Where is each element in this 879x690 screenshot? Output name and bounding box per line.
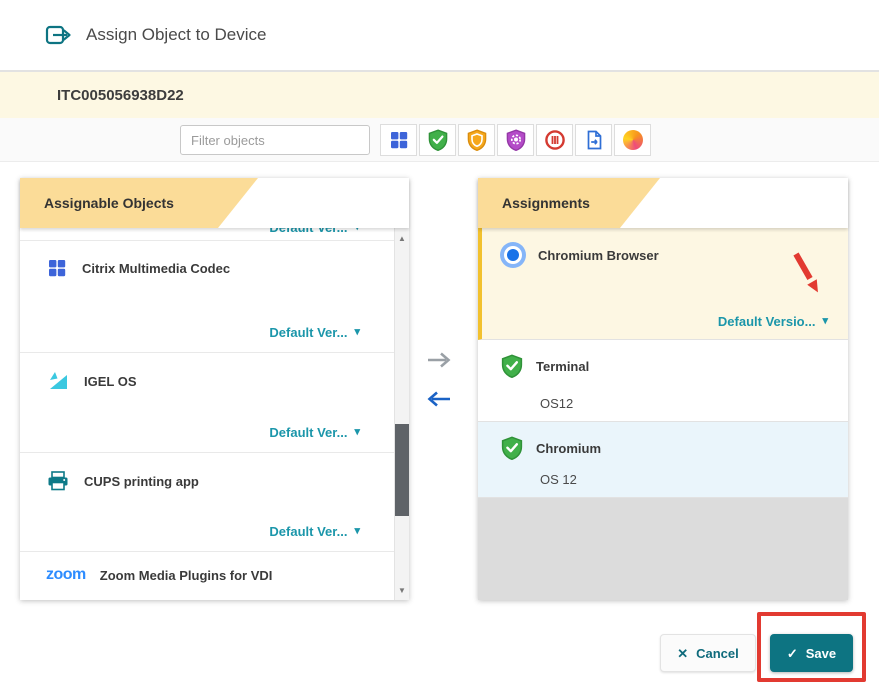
save-button[interactable]: ✓ Save	[770, 634, 853, 672]
dialog-header: Assign Object to Device	[0, 0, 879, 70]
firmware-customization-icon	[544, 129, 566, 151]
list-item-igel-os[interactable]: IGEL OS Default Ver... ▾	[20, 353, 394, 453]
version-dropdown[interactable]: Default Ver... ▾	[46, 325, 360, 340]
empty-area	[478, 498, 848, 600]
os-label: OS 12	[500, 472, 828, 487]
object-name: Zoom Media Plugins for VDI	[100, 568, 273, 583]
check-icon: ✓	[787, 647, 798, 660]
filter-apps-button[interactable]	[380, 124, 417, 156]
assignments-panel: Assignments Chromium Browser Default Ver…	[478, 178, 848, 600]
save-label: Save	[806, 646, 836, 661]
apps-icon	[388, 129, 410, 151]
assignments-tab: Assignments	[478, 178, 660, 228]
object-name: IGEL OS	[84, 374, 137, 389]
assignable-objects-tab: Assignable Objects	[20, 178, 258, 228]
profile-green-shield-icon	[500, 354, 524, 378]
object-type-filters	[380, 124, 651, 156]
assignment-name: Chromium Browser	[538, 248, 659, 263]
printer-icon	[46, 469, 70, 493]
version-dropdown[interactable]: Default Ver... ▾	[46, 524, 360, 539]
cancel-label: Cancel	[696, 646, 739, 661]
assignments-title: Assignments	[502, 195, 590, 211]
scroll-down-arrow-icon[interactable]: ▼	[395, 583, 409, 597]
profile-green-shield-icon	[500, 436, 524, 460]
filter-files-button[interactable]	[575, 124, 612, 156]
assignment-name: Terminal	[536, 359, 589, 374]
version-label: Default Versio...	[718, 314, 816, 329]
file-icon	[583, 129, 605, 151]
filter-firmware-updates-button[interactable]	[614, 124, 651, 156]
version-label: Default Ver...	[269, 425, 347, 440]
list-item-cups-printing-app[interactable]: CUPS printing app Default Ver... ▾	[20, 453, 394, 552]
filter-firmware-customizations-button[interactable]	[536, 124, 573, 156]
assignment-name: Chromium	[536, 441, 601, 456]
object-name: Citrix Multimedia Codec	[82, 261, 230, 276]
assignments-list: Chromium Browser Default Versio... ▾ Ter…	[478, 228, 848, 600]
list-item-clipped[interactable]: Default Ver... ▾	[20, 228, 394, 241]
device-id-bar: ITC005056938D22	[0, 72, 879, 118]
list-item-zoom-media-plugins[interactable]: zoom Zoom Media Plugins for VDI	[20, 552, 394, 600]
apps-icon	[46, 257, 68, 279]
filter-template-profiles-button[interactable]	[497, 124, 534, 156]
device-id: ITC005056938D22	[57, 87, 184, 104]
close-icon: ✕	[677, 647, 688, 660]
filter-objects-input[interactable]	[180, 125, 370, 155]
version-dropdown[interactable]: Default Ver... ▾	[46, 425, 360, 440]
vertical-scrollbar[interactable]: ▲ ▼	[394, 228, 409, 600]
assignable-objects-panel: Assignable Objects Default Ver... ▾ Citr…	[20, 178, 409, 600]
assignable-objects-header: Assignable Objects	[20, 178, 409, 228]
object-name: CUPS printing app	[84, 474, 199, 489]
igel-os-icon	[46, 369, 70, 393]
chevron-down-icon: ▾	[354, 526, 360, 537]
filter-master-profiles-button[interactable]	[458, 124, 495, 156]
assignable-objects-title: Assignable Objects	[44, 195, 174, 211]
transfer-controls	[418, 350, 460, 412]
assignment-terminal[interactable]: Terminal OS12	[478, 340, 848, 422]
cancel-button[interactable]: ✕ Cancel	[660, 634, 756, 672]
assignment-chromium[interactable]: Chromium OS 12	[478, 422, 848, 498]
version-dropdown[interactable]: Default Versio... ▾	[500, 314, 828, 329]
chevron-down-icon: ▾	[354, 427, 360, 438]
filter-toolbar	[0, 118, 879, 162]
unassign-left-arrow-icon[interactable]	[425, 389, 453, 412]
os-label: OS12	[500, 396, 828, 411]
chevron-down-icon: ▾	[354, 327, 360, 338]
chromium-icon	[500, 242, 526, 268]
annotation-red-box: ✓ Save	[757, 612, 866, 682]
assignments-header: Assignments	[478, 178, 848, 228]
list-item-citrix-multimedia-codec[interactable]: Citrix Multimedia Codec Default Ver... ▾	[20, 241, 394, 353]
version-dropdown[interactable]: Default Ver... ▾	[46, 228, 360, 235]
version-label: Default Ver...	[269, 325, 347, 340]
template-profile-purple-shield-icon	[505, 129, 527, 151]
assign-right-arrow-icon[interactable]	[425, 350, 453, 373]
assignment-chromium-browser[interactable]: Chromium Browser Default Versio... ▾	[478, 228, 848, 340]
chevron-down-icon: ▾	[354, 228, 360, 233]
zoom-logo: zoom	[46, 566, 86, 584]
filter-profiles-button[interactable]	[419, 124, 456, 156]
firmware-update-icon	[623, 130, 643, 150]
scroll-up-arrow-icon[interactable]: ▲	[395, 231, 409, 245]
version-label: Default Ver...	[269, 524, 347, 539]
assign-object-icon	[45, 23, 72, 47]
version-label: Default Ver...	[269, 228, 347, 235]
chevron-down-icon: ▾	[822, 316, 828, 327]
profile-green-shield-icon	[427, 129, 449, 151]
dialog-title: Assign Object to Device	[86, 25, 266, 45]
scrollbar-thumb[interactable]	[395, 424, 409, 516]
assign-object-dialog: Assign Object to Device ITC005056938D22	[0, 0, 879, 690]
master-profile-orange-shield-icon	[466, 129, 488, 151]
assignable-objects-list: Default Ver... ▾ Citrix Multimedia Codec…	[20, 228, 409, 600]
